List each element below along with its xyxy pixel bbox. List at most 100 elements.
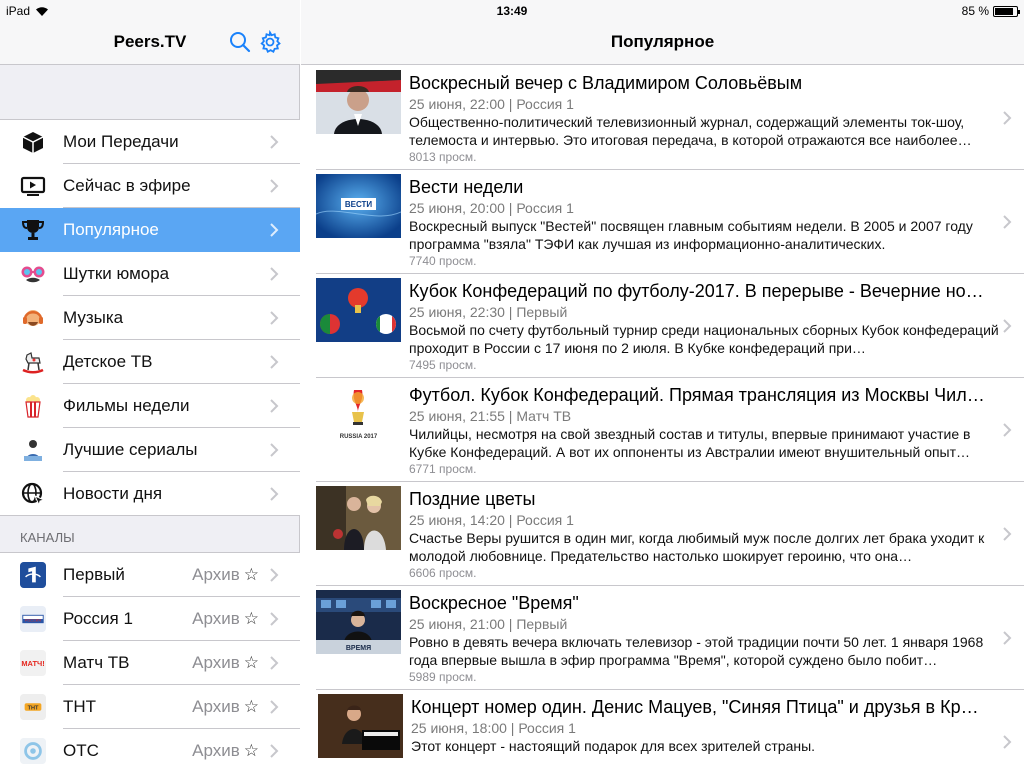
list-item[interactable]: Поздние цветы 25 июня, 14:20 | Россия 1 …	[301, 482, 1024, 586]
sidebar-item-label: Шутки юмора	[63, 264, 170, 283]
channels-list: Первый Архив ☆ РОССИЯ Россия 1 Архив ☆ М…	[0, 552, 300, 768]
channel-logo-ots	[20, 738, 46, 764]
svg-text:МАТЧ!: МАТЧ!	[21, 659, 44, 668]
star-icon[interactable]: ☆	[244, 697, 259, 717]
popcorn-icon	[20, 393, 46, 419]
svg-text:РОССИЯ: РОССИЯ	[25, 618, 41, 622]
item-title: Вести недели	[409, 177, 524, 197]
sidebar-item-series[interactable]: Лучшие сериалы	[0, 428, 300, 472]
channel-row-tnt[interactable]: ТНТ ТНТ Архив ☆	[0, 685, 300, 729]
chevron-right-icon	[270, 267, 279, 281]
channel-name: ТНТ	[63, 697, 97, 716]
channel-logo-perviy	[20, 562, 46, 588]
chevron-right-icon	[270, 612, 279, 626]
detail-pane: Популярное Воскресный вечер с Владимиром…	[301, 0, 1024, 768]
channel-row-match-tv[interactable]: МАТЧ! Матч ТВ Архив ☆	[0, 641, 300, 685]
channel-logo-tnt: ТНТ	[20, 694, 46, 720]
series-person-icon	[20, 437, 46, 463]
sidebar-item-music[interactable]: Музыка	[0, 296, 300, 340]
chevron-right-icon	[1003, 527, 1012, 541]
channel-row-ots[interactable]: ОТС Архив ☆	[0, 729, 300, 768]
chevron-right-icon	[1003, 423, 1012, 437]
thumbnail-image	[316, 70, 401, 134]
sidebar-item-humor[interactable]: Шутки юмора	[0, 252, 300, 296]
sidebar-item-movies[interactable]: Фильмы недели	[0, 384, 300, 428]
list-item[interactable]: ВРЕМЯ Воскресное "Время" 25 июня, 21:00 …	[301, 586, 1024, 690]
item-meta: 25 июня, 21:00 | Первый	[409, 616, 568, 632]
chevron-right-icon	[270, 179, 279, 193]
chevron-right-icon	[270, 223, 279, 237]
page-title: Популярное	[610, 32, 715, 51]
list-item[interactable]: Концерт номер один. Денис Мацуев, "Синяя…	[301, 690, 1024, 768]
list-item[interactable]: Воскресный вечер с Владимиром Соловьёвым…	[301, 66, 1024, 170]
sidebar-item-label: Сейчас в эфире	[63, 176, 191, 195]
search-button[interactable]	[228, 30, 252, 54]
archive-link[interactable]: Архив	[192, 609, 240, 629]
chevron-right-icon	[270, 135, 279, 149]
item-description: Счастье Веры рушится в один миг, когда л…	[409, 530, 985, 564]
item-meta: 25 июня, 21:55 | Матч ТВ	[409, 408, 572, 424]
archive-link[interactable]: Архив	[192, 697, 240, 717]
sidebar-item-label: Лучшие сериалы	[63, 440, 198, 459]
chevron-right-icon	[1003, 111, 1012, 125]
thumbnail-image: RUSSIA 2017	[316, 382, 401, 446]
sidebar-item-news[interactable]: Новости дня	[0, 472, 300, 516]
screen: Peers.TV Мои Передачи Сейчас в эфире Поп…	[0, 0, 1024, 768]
sidebar-menu: Мои Передачи Сейчас в эфире Популярное Ш…	[0, 119, 300, 516]
chevron-right-icon	[270, 700, 279, 714]
list-item[interactable]: Кубок Конфедераций по футболу-2017. В пе…	[301, 274, 1024, 378]
chevron-right-icon	[270, 656, 279, 670]
archive-link[interactable]: Архив	[192, 741, 240, 761]
star-icon[interactable]: ☆	[244, 741, 259, 761]
chevron-right-icon	[270, 744, 279, 758]
thumb-text: RUSSIA 2017	[340, 434, 378, 440]
programs-list: Воскресный вечер с Владимиром Соловьёвым…	[301, 66, 1024, 768]
sidebar-item-label: Новости дня	[63, 484, 163, 503]
channel-name: Матч ТВ	[63, 653, 130, 672]
chevron-right-icon	[270, 568, 279, 582]
item-description: Этот концерт - настоящий подарок для все…	[411, 738, 816, 754]
thumbnail-image: ВЕСТИ	[316, 174, 401, 238]
list-item[interactable]: RUSSIA 2017 Футбол. Кубок Конфедераций. …	[301, 378, 1024, 482]
star-icon[interactable]: ☆	[244, 565, 259, 585]
funny-glasses-icon	[20, 261, 46, 287]
star-icon[interactable]: ☆	[244, 653, 259, 673]
thumb-text: ВЕСТИ	[345, 200, 373, 209]
item-description: Воскресный выпуск "Вестей" посвящен глав…	[409, 218, 973, 252]
item-views: 7740 просм.	[409, 254, 477, 268]
item-title: Футбол. Кубок Конфедераций. Прямая транс…	[409, 385, 985, 405]
item-views: 5989 просм.	[409, 670, 477, 684]
battery-percent: 85 %	[961, 4, 989, 18]
list-item[interactable]: ВЕСТИ Вести недели 25 июня, 20:00 | Росс…	[301, 170, 1024, 274]
svg-text:ТНТ: ТНТ	[28, 705, 39, 711]
settings-button[interactable]	[258, 29, 282, 54]
chevron-right-icon	[270, 399, 279, 413]
item-description: Чилийцы, несмотря на свой звездный соста…	[409, 426, 971, 460]
item-meta: 25 июня, 22:30 | Первый	[409, 304, 568, 320]
item-views: 6771 просм.	[409, 462, 477, 476]
sidebar-item-my-shows[interactable]: Мои Передачи	[0, 120, 300, 164]
sidebar-item-kids-tv[interactable]: Детское ТВ	[0, 340, 300, 384]
item-title: Воскресный вечер с Владимиром Соловьёвым	[409, 73, 803, 93]
channel-row-perviy[interactable]: Первый Архив ☆	[0, 553, 300, 597]
chevron-right-icon	[270, 355, 279, 369]
star-icon[interactable]: ☆	[244, 609, 259, 629]
thumbnail-image	[318, 694, 403, 758]
item-description: Ровно в девять вечера включать телевизор…	[409, 634, 984, 668]
item-title: Концерт номер один. Денис Мацуев, "Синяя…	[411, 697, 979, 717]
rocking-horse-icon	[20, 349, 46, 375]
archive-link[interactable]: Архив	[192, 565, 240, 585]
item-meta: 25 июня, 20:00 | Россия 1	[409, 200, 574, 216]
channel-logo-match-tv: МАТЧ!	[20, 650, 46, 676]
sidebar-item-on-air[interactable]: Сейчас в эфире	[0, 164, 300, 208]
status-bar: iPad 13:49 85 %	[0, 0, 1024, 22]
channel-row-russia-1[interactable]: РОССИЯ Россия 1 Архив ☆	[0, 597, 300, 641]
archive-link[interactable]: Архив	[192, 653, 240, 673]
sidebar-item-label: Популярное	[63, 220, 159, 239]
thumbnail-image	[316, 486, 401, 550]
sidebar-item-popular[interactable]: Популярное	[0, 208, 300, 252]
chevron-right-icon	[1003, 215, 1012, 229]
channel-name: Первый	[63, 565, 125, 584]
item-meta: 25 июня, 18:00 | Россия 1	[411, 720, 576, 736]
channels-section-header: КАНАЛЫ	[20, 530, 75, 545]
